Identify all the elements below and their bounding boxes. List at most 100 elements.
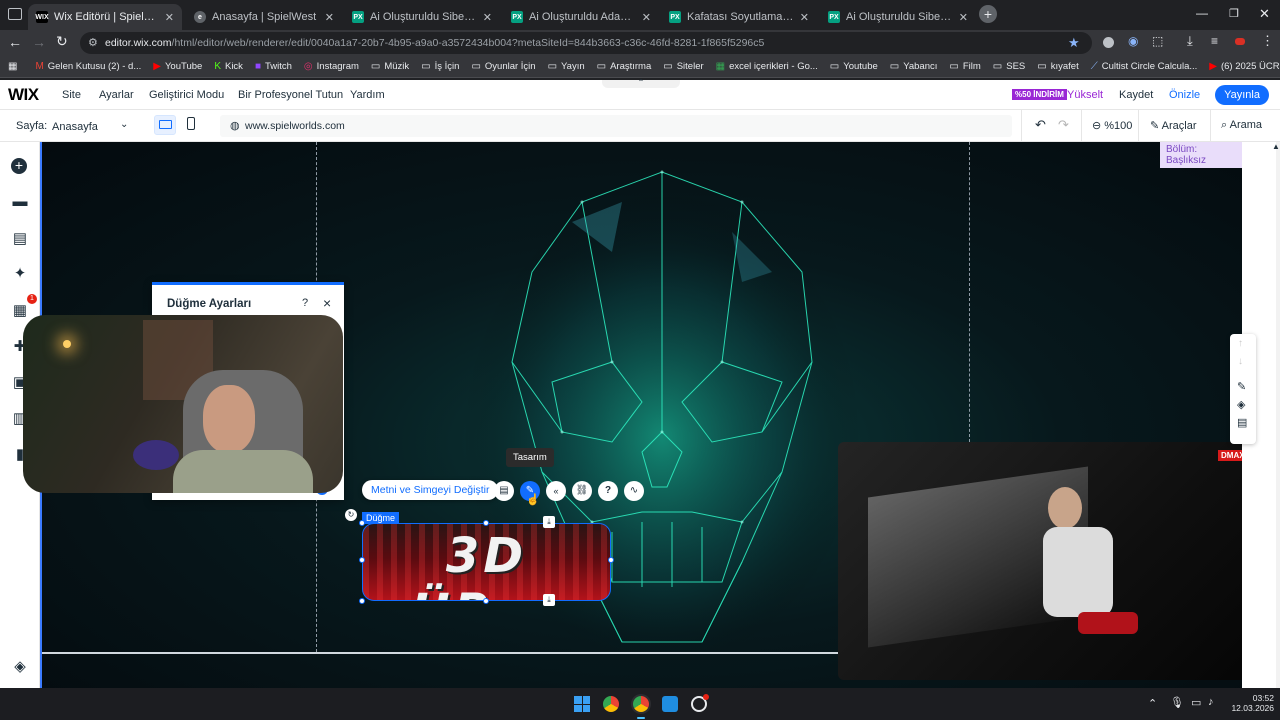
restore-icon[interactable]: ❐ [1229,7,1239,20]
settings-icon[interactable]: ▤ [494,481,514,501]
add-elements-icon[interactable]: + [11,158,29,176]
bookmark-item[interactable]: ■ Twitch [255,61,292,72]
tray-chevron-icon[interactable]: ⌃ [1148,697,1157,710]
sections-icon[interactable]: ▬ [11,193,29,211]
close-icon[interactable]: ✕ [165,11,174,24]
bookmark-item[interactable]: ▭ Yabancı [890,61,938,72]
resize-handle[interactable] [608,557,614,563]
menu-settings[interactable]: Ayarlar [99,89,134,101]
menu-hire-pro[interactable]: Bir Profesyonel Tutun [238,89,343,101]
volume-icon[interactable]: ♪ [1208,696,1214,708]
move-up-icon[interactable]: ↑ [1238,338,1243,349]
publish-button[interactable]: Yayınla [1215,85,1269,105]
windows-start-icon[interactable] [574,696,590,712]
address-bar[interactable]: ⚙ editor.wix.com/html/editor/web/rendere… [80,32,1092,54]
resize-handle[interactable] [359,598,365,604]
network-icon[interactable]: ▭ [1191,696,1201,709]
link-icon[interactable]: ⛓ [572,481,592,501]
resize-handle[interactable] [483,598,489,604]
microphone-icon[interactable]: 🎙 [1170,696,1184,709]
bookmark-item[interactable]: ▭ Youtube [830,61,878,72]
animation-icon[interactable]: « [546,481,566,501]
help-icon[interactable]: ? [598,481,618,501]
bookmark-item[interactable]: ▶(6) 2025 ÜCRETSİZ... [1209,61,1280,72]
scroll-up-icon[interactable]: ▲ [1272,142,1280,151]
scrollbar-track[interactable] [1276,142,1280,688]
collapse-chevron-icon[interactable]: ⌃ [602,79,680,88]
edit-icon[interactable]: ✎ [1237,380,1246,393]
bookmark-item[interactable]: ▶ YouTube [153,61,202,72]
chrome-active-icon[interactable] [633,696,649,712]
close-icon[interactable]: × [323,295,331,311]
resize-handle[interactable] [359,557,365,563]
design-icon[interactable]: ✦ [11,265,29,283]
change-text-icon-button[interactable]: Metni ve Simgeyi Değiştir [362,480,499,500]
pages-icon[interactable]: ▤ [11,230,29,248]
bookmark-item[interactable]: ▭ Müzik [371,61,409,72]
save-button[interactable]: Kaydet [1119,89,1153,101]
help-icon[interactable]: ? [302,297,308,309]
layout-icon[interactable]: ▤ [1237,416,1247,429]
rotate-handle-icon[interactable]: ↻ [345,509,357,521]
close-icon[interactable]: ✕ [325,11,334,24]
chrome-icon[interactable] [603,696,619,712]
close-icon[interactable]: ✕ [642,11,651,24]
resize-handle[interactable] [483,520,489,526]
extensions-puzzle-icon[interactable]: ⬚ [1152,34,1163,48]
tab-adam-binalar[interactable]: PX Ai Oluşturuldu Adam Binalar - F ✕ [503,4,659,30]
mobile-view-icon[interactable] [187,117,195,130]
reload-icon[interactable]: ↻ [56,33,68,50]
minimize-icon[interactable]: — [1196,6,1208,20]
bookmark-item[interactable]: ▭ SES [993,61,1025,72]
media-icon[interactable]: ≡ [1211,34,1218,48]
redo-icon[interactable]: ↷ [1058,117,1069,133]
upgrade-link[interactable]: Yükselt [1067,89,1103,101]
tab-kafatasi[interactable]: PX Kafatası Soyutlama Neon Işık - ✕ [661,4,817,30]
bookmark-item[interactable]: ▭ Oyunlar İçin [471,61,535,72]
bookmark-item[interactable]: ▭ kıyafet [1037,61,1078,72]
menu-site[interactable]: Site [62,89,81,101]
search-button[interactable]: ⌕ Arama [1221,119,1262,132]
bookmark-item[interactable]: ▭ Film [949,61,980,72]
bookmark-item[interactable]: K Kick [214,61,243,72]
page-select[interactable]: Anasayfa ⌄ [52,119,132,135]
undo-icon[interactable]: ↶ [1035,117,1046,133]
apps-icon[interactable]: ▦ [11,302,29,320]
bookmark-item[interactable]: ◎ Instagram [304,61,359,72]
stretch-bottom-icon[interactable]: ⤓ [543,594,555,606]
tab-anasayfa[interactable]: e Anasayfa | SpielWest ✕ [186,4,342,30]
tab-wix-editor[interactable]: WIX Wix Editörü | SpielWest ✕ [28,4,182,30]
app-icon[interactable] [662,696,678,712]
close-icon[interactable]: ✕ [483,11,492,24]
clock[interactable]: 03:52 12.03.2026 [1228,693,1274,713]
new-tab-button[interactable]: + [979,5,997,23]
profile-icon[interactable] [1235,38,1245,45]
bookmark-item[interactable]: M Gelen Kutusu (2) - d... [35,61,141,72]
resize-handle[interactable] [359,520,365,526]
menu-dev-mode[interactable]: Geliştirici Modu [149,89,224,101]
bookmark-item[interactable]: ▦ excel içerikleri - Go... [716,61,818,72]
tab-search-icon[interactable] [8,8,22,20]
site-info-icon[interactable]: ⚙ [88,36,98,49]
stretch-top-icon[interactable]: ⤓ [543,516,555,528]
tab-siber-neon[interactable]: PX Ai Oluşturuldu Siber Neon Geo ✕ [820,4,976,30]
download-icon[interactable]: ⤓ [1187,33,1193,49]
connect-icon[interactable]: ∿ [624,481,644,501]
extension-sound-icon[interactable]: ◉ [1128,34,1138,48]
layers-icon[interactable]: ◈ [1237,398,1245,411]
tab-siberpunk[interactable]: PX Ai Oluşturuldu Siberpunk Şehir ✕ [344,4,500,30]
tools-button[interactable]: ✎ Araçlar [1150,119,1197,132]
desktop-view-icon[interactable] [154,115,176,135]
selected-button[interactable]: 3D ÜR... [362,523,611,601]
bookmark-star-icon[interactable]: ★ [1068,35,1080,51]
bookmark-item[interactable]: ▭ Araştırma [597,61,652,72]
move-down-icon[interactable]: ↓ [1238,356,1243,367]
forward-arrow-icon[interactable]: → [32,34,46,50]
close-icon[interactable]: ✕ [800,11,809,24]
menu-help[interactable]: Yardım [350,89,385,101]
bookmark-item[interactable]: ⟋ Cultist Circle Calcula... [1091,61,1198,72]
domain-bar[interactable]: ◍ www.spielworlds.com [220,115,1012,137]
bookmark-item[interactable]: ▭ İş İçin [421,61,459,72]
window-close-icon[interactable]: ✕ [1259,6,1270,22]
bookmark-item[interactable]: ▭ Yayın [548,61,585,72]
